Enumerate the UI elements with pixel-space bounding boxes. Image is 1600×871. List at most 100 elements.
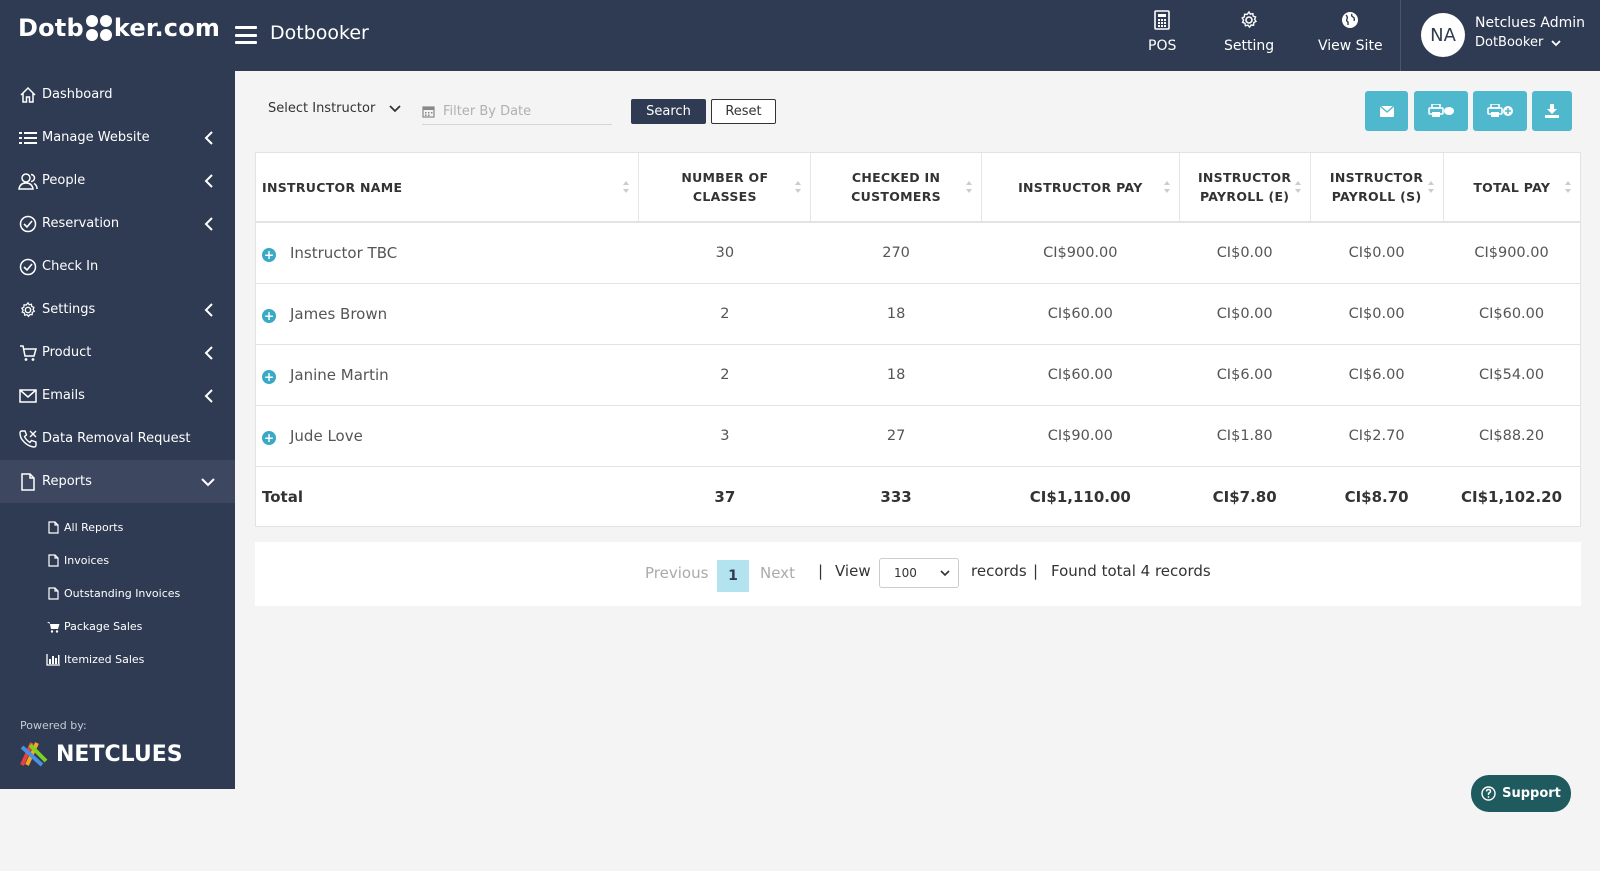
column-header-total-pay[interactable]: TOTAL PAY — [1443, 153, 1580, 223]
support-button[interactable]: Support — [1471, 775, 1571, 812]
cart-icon — [18, 343, 38, 363]
pos-nav-button[interactable]: POS — [1148, 10, 1176, 54]
sort-icon — [965, 181, 972, 193]
view-site-nav-button[interactable]: View Site — [1318, 10, 1383, 54]
netclues-logo[interactable]: NETCLUES — [20, 741, 183, 767]
sidebar-item-reservation[interactable]: Reservation — [0, 202, 235, 245]
search-button[interactable]: Search — [631, 99, 706, 124]
setting-nav-button[interactable]: Setting — [1224, 10, 1274, 54]
view-site-label: View Site — [1318, 38, 1383, 54]
home-icon — [18, 85, 38, 105]
table-row: + Janine Martin 2 18 CI$60.00 CI$6.00 CI$… — [256, 344, 1580, 406]
email-report-button[interactable] — [1365, 91, 1408, 131]
cell-instructor-name: + Instructor TBC — [256, 222, 639, 284]
pagination-separator: | — [1033, 562, 1039, 580]
cart-icon — [46, 620, 60, 634]
pos-label: POS — [1148, 38, 1177, 54]
file-icon — [46, 521, 60, 535]
instructor-name-text: Janine Martin — [290, 365, 389, 384]
top-header: Dotb ker.com Dotbooker POS Setting View … — [0, 0, 1600, 71]
cell-instructor-payroll-e: CI$6.00 — [1179, 344, 1311, 406]
chevron-left-icon — [204, 173, 213, 188]
reset-button[interactable]: Reset — [711, 99, 776, 124]
cell-instructor-payroll-e: CI$0.00 — [1179, 222, 1311, 284]
sidebar-item-settings[interactable]: Settings — [0, 288, 235, 331]
column-header-instructor-payroll-s[interactable]: INSTRUCTOR PAYROLL (S) — [1310, 153, 1444, 223]
column-header-instructor-payroll-e[interactable]: INSTRUCTOR PAYROLL (E) — [1179, 153, 1311, 223]
sidebar-item-data-removal-request[interactable]: Data Removal Request — [0, 417, 235, 460]
cell-number-of-classes: 2 — [638, 344, 811, 406]
list-icon — [18, 128, 38, 148]
previous-page-link[interactable]: Previous — [645, 564, 708, 582]
expand-row-icon[interactable]: + — [262, 247, 276, 262]
gear-icon — [18, 300, 38, 320]
cell-checked-in-customers: 27 — [810, 405, 982, 467]
sidebar-subitem-itemized-sales[interactable]: Itemized Sales — [0, 643, 235, 676]
setting-label: Setting — [1224, 38, 1275, 54]
expand-row-icon[interactable]: + — [262, 308, 276, 323]
sidebar-item-label: People — [42, 173, 86, 188]
envelope-icon — [1379, 105, 1394, 117]
user-name: Netclues Admin — [1475, 15, 1586, 31]
cell-instructor-payroll-s: CI$6.00 — [1310, 344, 1444, 406]
date-filter-field[interactable] — [422, 98, 612, 125]
sidebar: Dashboard Manage Website People Reservat… — [0, 71, 235, 789]
print-report-button[interactable] — [1414, 91, 1468, 131]
user-avatar[interactable]: NA — [1421, 13, 1465, 57]
brand-title: Dotbooker — [270, 22, 369, 44]
sidebar-item-dashboard[interactable]: Dashboard — [0, 73, 235, 116]
page-size-select[interactable]: 100 — [879, 558, 959, 588]
sidebar-subitem-package-sales[interactable]: Package Sales — [0, 610, 235, 643]
dotbooker-logo[interactable]: Dotb ker.com — [18, 14, 220, 42]
date-filter-input[interactable] — [443, 103, 603, 119]
sidebar-item-manage-website[interactable]: Manage Website — [0, 116, 235, 159]
sort-icon — [1294, 181, 1301, 193]
menu-toggle-icon[interactable] — [235, 26, 257, 44]
cell-number-of-classes: 2 — [638, 283, 811, 345]
header-divider — [1400, 0, 1401, 71]
next-page-link[interactable]: Next — [760, 564, 795, 582]
expand-row-icon[interactable]: + — [262, 369, 276, 384]
powered-by-label: Powered by: — [20, 719, 87, 732]
column-header-number-of-classes[interactable]: NUMBER OF CLASSES — [638, 153, 812, 223]
question-circle-icon — [1481, 786, 1496, 801]
instructor-name-text: Instructor TBC — [290, 243, 398, 262]
cell-total-pay: CI$54.00 — [1443, 344, 1580, 406]
cell-instructor-payroll-s: CI$0.00 — [1310, 222, 1444, 284]
chevron-down-icon — [940, 570, 950, 577]
sidebar-subitem-invoices[interactable]: Invoices — [0, 544, 235, 577]
chevron-left-icon — [204, 130, 213, 145]
sort-icon — [1163, 181, 1170, 193]
cell-instructor-payroll-s: CI$2.70 — [1310, 405, 1444, 467]
sidebar-item-emails[interactable]: Emails — [0, 374, 235, 417]
page-number-button[interactable]: 1 — [717, 560, 749, 592]
table-total-row: Total 37 333 CI$1,110.00 CI$7.80 CI$8.70… — [256, 466, 1580, 527]
table-row: + James Brown 2 18 CI$60.00 CI$0.00 CI$0.… — [256, 283, 1580, 345]
sidebar-subitem-all-reports[interactable]: All Reports — [0, 511, 235, 544]
sidebar-item-product[interactable]: Product — [0, 331, 235, 374]
column-header-label: CHECKED IN CUSTOMERS — [851, 170, 941, 204]
column-header-checked-in-customers[interactable]: CHECKED IN CUSTOMERS — [810, 153, 982, 223]
total-instructor-pay: CI$1,110.00 — [1029, 487, 1131, 506]
column-header-label: INSTRUCTOR PAY — [1018, 179, 1143, 195]
sidebar-item-reports[interactable]: Reports — [0, 460, 235, 503]
expand-row-icon[interactable]: + — [262, 430, 276, 445]
column-header-instructor-pay[interactable]: INSTRUCTOR PAY — [981, 153, 1180, 223]
cell-checked-in-customers: 18 — [810, 283, 982, 345]
download-report-button[interactable] — [1532, 91, 1572, 131]
check-circle-icon — [18, 214, 38, 234]
cell-checked-in-customers: 18 — [810, 344, 982, 406]
column-header-label: TOTAL PAY — [1473, 179, 1551, 195]
instructor-select[interactable]: Select Instructor — [268, 101, 401, 116]
globe-icon — [1342, 12, 1359, 28]
cell-instructor-payroll-e: CI$0.00 — [1179, 283, 1311, 345]
sidebar-subitem-label: Itemized Sales — [64, 653, 145, 666]
print-add-button[interactable] — [1473, 91, 1527, 131]
cell-number-of-classes: 3 — [638, 405, 811, 467]
user-org-dropdown[interactable]: DotBooker — [1475, 35, 1561, 50]
chevron-down-icon — [389, 104, 401, 112]
sidebar-subitem-outstanding-invoices[interactable]: Outstanding Invoices — [0, 577, 235, 610]
sidebar-item-people[interactable]: People — [0, 159, 235, 202]
sidebar-item-check-in[interactable]: Check In — [0, 245, 235, 288]
column-header-instructor-name[interactable]: INSTRUCTOR NAME — [256, 153, 640, 223]
